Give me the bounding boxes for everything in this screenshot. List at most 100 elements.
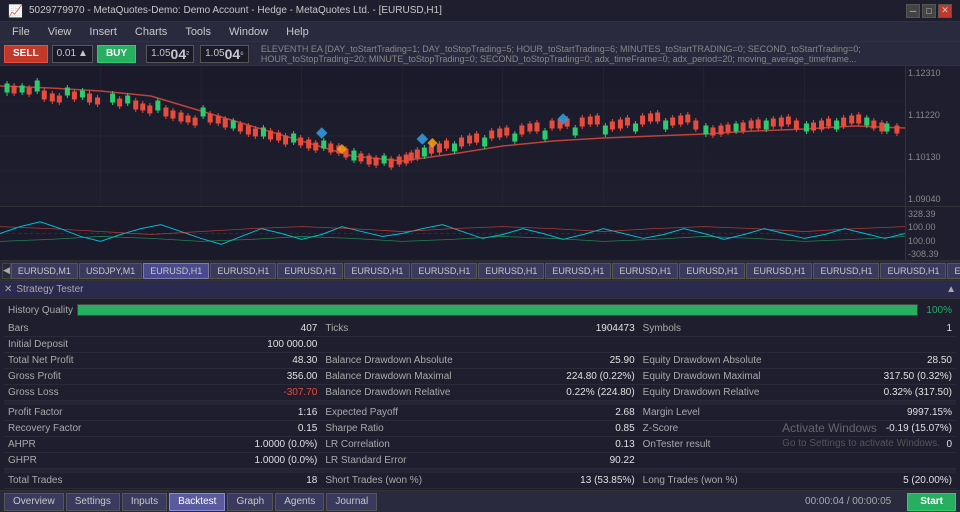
empty-stat-2 [639,337,956,353]
long-trades-stat: Long Trades (won %) 5 (20.00%) [639,473,956,489]
equity-drawdown-max-label: Equity Drawdown Maximal [643,371,761,382]
trades-row: Total Trades 18 Short Trades (won %) 13 … [4,473,956,489]
balance-drawdown-max-stat: Balance Drawdown Maximal 224.80 (0.22%) [321,369,638,385]
initial-deposit-row: Initial Deposit 100 000.00 [4,337,956,353]
history-quality-label: History Quality [8,305,73,316]
maximize-button[interactable]: □ [922,4,936,18]
symbol-tab-9[interactable]: EURUSD,H1 [612,263,678,279]
tester-close-icon[interactable]: ✕ [4,284,12,295]
net-profit-label: Total Net Profit [8,355,74,366]
tab-inputs[interactable]: Inputs [122,493,167,511]
bars-label: Bars [8,323,29,334]
menu-window[interactable]: Window [221,24,276,40]
balance-drawdown-rel-label: Balance Drawdown Relative [325,387,450,398]
z-score-label: Z-Score [643,423,679,434]
recovery-factor-label: Recovery Factor [8,423,81,434]
equity-drawdown-max-stat: Equity Drawdown Maximal 317.50 (0.32%) [639,369,956,385]
equity-drawdown-abs-label: Equity Drawdown Absolute [643,355,762,366]
balance-drawdown-max-value: 224.80 (0.22%) [566,371,634,382]
start-button[interactable]: Start [907,493,956,511]
net-profit-row: Total Net Profit 48.30 Balance Drawdown … [4,353,956,369]
short-trades-label: Short Trades (won %) [325,475,422,486]
lot-size-display: 0.01 ▲ [52,45,93,63]
symbol-tab-4[interactable]: EURUSD,H1 [277,263,343,279]
menu-help[interactable]: Help [278,24,317,40]
ghpr-row: GHPR 1.0000 (0.0%) LR Standard Error 90.… [4,453,956,469]
tab-scroll-left[interactable]: ◀ [2,263,11,279]
strategy-tester-label: Strategy Tester [16,284,83,295]
symbol-tab-7[interactable]: EURUSD,H1 [478,263,544,279]
bid-price-display: 1.05 04 ² [146,45,194,63]
z-score-stat: Z-Score -0.19 (15.07%) [639,421,956,437]
initial-deposit-stat: Initial Deposit 100 000.00 [4,337,321,353]
ghpr-label: GHPR [8,455,37,466]
menubar: File View Insert Charts Tools Window Hel… [0,22,960,42]
symbol-tab-5[interactable]: EURUSD,H1 [344,263,410,279]
tab-overview[interactable]: Overview [4,493,64,511]
gross-profit-row: Gross Profit 356.00 Balance Drawdown Max… [4,369,956,385]
expected-payoff-stat: Expected Payoff 2.68 [321,405,638,421]
chart-area: 1.12310 1.11220 1.10130 1.09040 CCI(14) … [0,66,960,261]
price-scale: 1.12310 1.11220 1.10130 1.09040 [905,66,960,206]
margin-level-label: Margin Level [643,407,700,418]
profit-factor-row: Profit Factor 1:16 Expected Payoff 2.68 … [4,405,956,421]
profit-factor-value: 1:16 [298,407,317,418]
quality-bar [78,305,917,315]
symbol-tab-12[interactable]: EURUSD,H1 [813,263,879,279]
sharpe-ratio-stat: Sharpe Ratio 0.85 [321,421,638,437]
symbol-tab-3[interactable]: EURUSD,H1 [210,263,276,279]
tab-settings[interactable]: Settings [66,493,120,511]
tab-agents[interactable]: Agents [275,493,324,511]
gross-profit-value: 356.00 [287,371,318,382]
symbol-tab-13[interactable]: EURUSD,H1 [880,263,946,279]
menu-charts[interactable]: Charts [127,24,175,40]
buy-button[interactable]: BUY [97,45,136,63]
titlebar: 📈 5029779970 - MetaQuotes-Demo: Demo Acc… [0,0,960,22]
recovery-factor-stat: Recovery Factor 0.15 [4,421,321,437]
z-score-value: -0.19 (15.07%) [886,423,952,434]
bottom-tabs: Overview Settings Inputs Backtest Graph … [0,490,960,512]
lr-correlation-label: LR Correlation [325,439,389,450]
symbols-value: 1 [946,323,952,334]
bars-stat: Bars 407 [4,321,321,337]
symbol-tab-14[interactable]: EUR [947,263,960,279]
tab-graph[interactable]: Graph [227,493,273,511]
initial-deposit-value: 100 000.00 [267,339,317,350]
long-trades-label: Long Trades (won %) [643,475,738,486]
sell-button[interactable]: SELL [4,45,48,63]
gross-profit-stat: Gross Profit 356.00 [4,369,321,385]
balance-drawdown-max-label: Balance Drawdown Maximal [325,371,451,382]
symbol-tab-8[interactable]: EURUSD,H1 [545,263,611,279]
short-trades-stat: Short Trades (won %) 13 (53.85%) [321,473,638,489]
quality-bar-container [77,304,918,316]
candlestick-chart [0,66,905,206]
symbol-tab-11[interactable]: EURUSD,H1 [746,263,812,279]
symbol-tab-2[interactable]: EURUSD,H1 [143,263,209,279]
net-profit-value: 48.30 [292,355,317,366]
ahpr-label: AHPR [8,439,36,450]
tester-expand-icon[interactable]: ▲ [946,284,956,295]
symbols-label: Symbols [643,323,681,334]
menu-insert[interactable]: Insert [81,24,125,40]
close-button[interactable]: ✕ [938,4,952,18]
minimize-button[interactable]: ─ [906,4,920,18]
tab-backtest[interactable]: Backtest [169,493,225,511]
symbol-tab-10[interactable]: EURUSD,H1 [679,263,745,279]
menu-view[interactable]: View [40,24,80,40]
symbol-tab-0[interactable]: EURUSD,M1 [11,263,78,279]
equity-drawdown-rel-label: Equity Drawdown Relative [643,387,760,398]
gross-loss-row: Gross Loss -307.70 Balance Drawdown Rela… [4,385,956,401]
balance-drawdown-rel-value: 0.22% (224.80) [566,387,634,398]
symbol-tab-6[interactable]: EURUSD,H1 [411,263,477,279]
gross-profit-label: Gross Profit [8,371,61,382]
menu-tools[interactable]: Tools [177,24,219,40]
chart-toolbar: SELL 0.01 ▲ BUY 1.05 04 ² 1.05 04 ⁶ ELEV… [0,42,960,66]
symbol-tab-1[interactable]: USDJPY,M1 [79,263,142,279]
menu-file[interactable]: File [4,24,38,40]
equity-drawdown-rel-stat: Equity Drawdown Relative 0.32% (317.50) [639,385,956,401]
lr-correlation-stat: LR Correlation 0.13 [321,437,638,453]
total-trades-stat: Total Trades 18 [4,473,321,489]
balance-drawdown-abs-label: Balance Drawdown Absolute [325,355,452,366]
tab-journal[interactable]: Journal [326,493,377,511]
ahpr-stat: AHPR 1.0000 (0.0%) [4,437,321,453]
